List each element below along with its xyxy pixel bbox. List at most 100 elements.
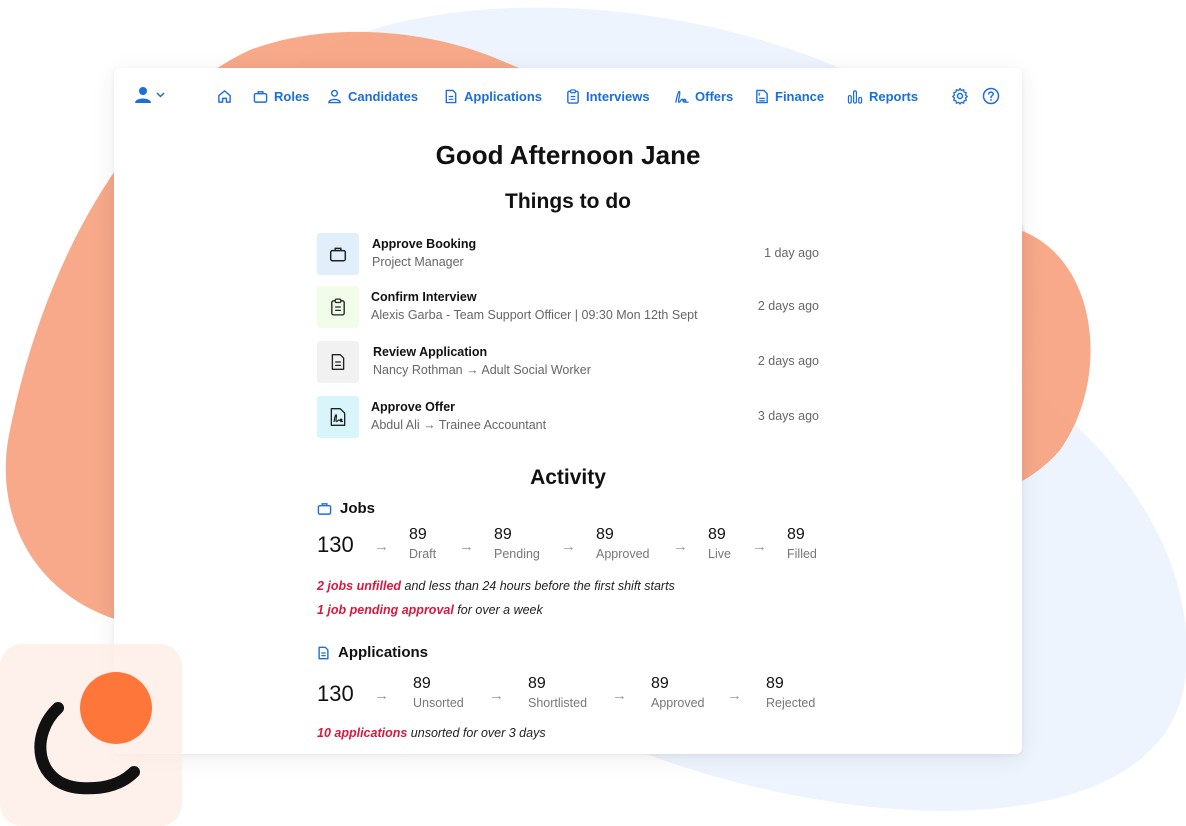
person-icon xyxy=(328,89,341,103)
applications-total: 130 xyxy=(317,681,354,706)
stage-label: Rejected xyxy=(766,696,816,710)
stage-count: 89 xyxy=(766,675,784,692)
todo-item[interactable]: Approve Offer Abdul Ali → Trainee Accoun… xyxy=(317,396,819,438)
document-icon xyxy=(445,89,457,103)
stage-count: 89 xyxy=(413,675,431,692)
nav-interviews[interactable]: Interviews xyxy=(566,84,650,108)
nav-offers[interactable]: Offers xyxy=(674,84,733,108)
document-icon xyxy=(318,646,329,659)
todo-heading: Things to do xyxy=(505,190,631,213)
invoice-icon xyxy=(756,89,768,103)
stage-label: Pending xyxy=(494,547,540,561)
todo-subtitle: Nancy Rothman → Adult Social Worker xyxy=(373,363,591,377)
todo-title: Confirm Interview xyxy=(371,290,477,304)
nav-label: Finance xyxy=(775,88,825,104)
briefcase-icon xyxy=(317,503,332,515)
nav-label: Candidates xyxy=(348,88,419,104)
brand-logo-tile xyxy=(0,644,182,826)
gear-icon[interactable] xyxy=(951,87,969,105)
arrow-right-icon: → xyxy=(673,538,688,555)
arrow-right-icon: → xyxy=(752,538,767,555)
stage-count: 89 xyxy=(409,526,427,543)
jobs-stage-pending[interactable]: 89 Pending xyxy=(494,526,540,561)
stage-count: 89 xyxy=(596,526,614,543)
user-icon xyxy=(135,87,151,103)
todo-time: 2 days ago xyxy=(757,299,819,313)
applications-stage-shortlisted[interactable]: 89 Shortlisted xyxy=(528,675,587,710)
activity-heading: Activity xyxy=(530,466,606,489)
nav-label: Applications xyxy=(464,88,543,104)
nav-label: Roles xyxy=(274,88,310,104)
todo-icon-tile xyxy=(317,286,359,328)
nav-label: Offers xyxy=(695,88,734,104)
applications-stage-rejected[interactable]: 89 Rejected xyxy=(766,675,815,710)
arrow-right-icon: → xyxy=(612,687,627,704)
jobs-stage-approved[interactable]: 89 Approved xyxy=(596,526,650,561)
signature-document-icon xyxy=(330,408,346,426)
alert-text: for over a week xyxy=(453,603,543,617)
stage-label: Approved xyxy=(596,547,650,561)
todo-item[interactable]: Approve Booking Project Manager 1 day ag… xyxy=(317,233,819,275)
todo-title: Approve Offer xyxy=(371,400,456,414)
stage-label: Approved xyxy=(651,696,705,710)
nav-roles[interactable]: Roles xyxy=(253,84,309,108)
top-navigation: Roles Candidates Applications Interviews… xyxy=(114,84,1022,108)
brand-logo xyxy=(34,672,152,795)
nav-finance[interactable]: Finance xyxy=(755,84,824,108)
arrow-right-icon: → xyxy=(374,687,389,704)
alert-highlight-link[interactable]: 2 jobs unfilled xyxy=(317,579,401,593)
jobs-stage-live[interactable]: 89 Live xyxy=(708,526,731,561)
stage-count: 89 xyxy=(787,526,805,543)
todo-time: 2 days ago xyxy=(757,354,819,368)
todo-subtitle: Project Manager xyxy=(372,255,464,269)
help-icon[interactable] xyxy=(982,87,1000,105)
jobs-stage-filled[interactable]: 89 Filled xyxy=(787,526,817,561)
jobs-title: Jobs xyxy=(340,500,376,517)
jobs-stage-draft[interactable]: 89 Draft xyxy=(409,526,436,561)
greeting-title: Good Afternoon Jane xyxy=(435,140,701,170)
stage-label: Shortlisted xyxy=(528,696,588,710)
nav-candidates[interactable]: Candidates xyxy=(327,84,418,108)
alert-text: unsorted for over 3 days xyxy=(407,726,546,740)
arrow-right-icon: → xyxy=(459,538,474,555)
stage-label: Unsorted xyxy=(413,696,464,710)
alert-highlight-link[interactable]: 10 applications xyxy=(317,726,407,740)
applications-heading: Applications xyxy=(317,644,428,661)
arrow-right-icon: → xyxy=(374,538,389,555)
nav-reports[interactable]: Reports xyxy=(847,84,918,108)
applications-stage-approved[interactable]: 89 Approved xyxy=(651,675,705,710)
stage-count: 89 xyxy=(494,526,512,543)
stage-label: Draft xyxy=(409,547,437,561)
clipboard-icon xyxy=(331,298,345,316)
todo-icon-tile xyxy=(317,396,359,438)
document-icon xyxy=(331,354,345,370)
bar-chart-icon xyxy=(847,89,863,104)
nav-label: Reports xyxy=(869,88,919,104)
arrow-right-icon: → xyxy=(489,687,504,704)
nav-applications[interactable]: Applications xyxy=(444,84,542,108)
todo-icon-tile xyxy=(317,341,359,383)
stage-count: 89 xyxy=(708,526,726,543)
alert-text: and less than 24 hours before the first … xyxy=(401,579,675,593)
stage-count: 89 xyxy=(528,675,546,692)
jobs-alert: 1 job pending approval for over a week xyxy=(317,603,543,617)
alert-highlight-link[interactable]: 1 job pending approval xyxy=(317,603,454,617)
dashboard-window: Roles Candidates Applications Interviews… xyxy=(114,68,1022,754)
nav-label: Interviews xyxy=(586,88,650,104)
todo-item[interactable]: Confirm Interview Alexis Garba - Team Su… xyxy=(317,286,819,328)
chevron-down-icon xyxy=(156,92,165,98)
todo-subtitle: Alexis Garba - Team Support Officer | 09… xyxy=(371,308,698,322)
stage-label: Live xyxy=(708,547,731,561)
todo-time: 1 day ago xyxy=(764,246,819,260)
applications-title: Applications xyxy=(338,644,429,661)
nav-home[interactable] xyxy=(217,84,232,108)
applications-stage-unsorted[interactable]: 89 Unsorted xyxy=(413,675,464,710)
applications-alert: 10 applications unsorted for over 3 days xyxy=(317,726,546,740)
todo-item[interactable]: Review Application Nancy Rothman → Adult… xyxy=(317,341,819,383)
user-menu[interactable] xyxy=(134,86,165,104)
clipboard-icon xyxy=(567,88,579,104)
stage-count: 89 xyxy=(651,675,669,692)
jobs-heading: Jobs xyxy=(317,500,375,517)
jobs-alert: 2 jobs unfilled and less than 24 hours b… xyxy=(317,579,675,593)
arrow-right-icon: → xyxy=(727,687,742,704)
